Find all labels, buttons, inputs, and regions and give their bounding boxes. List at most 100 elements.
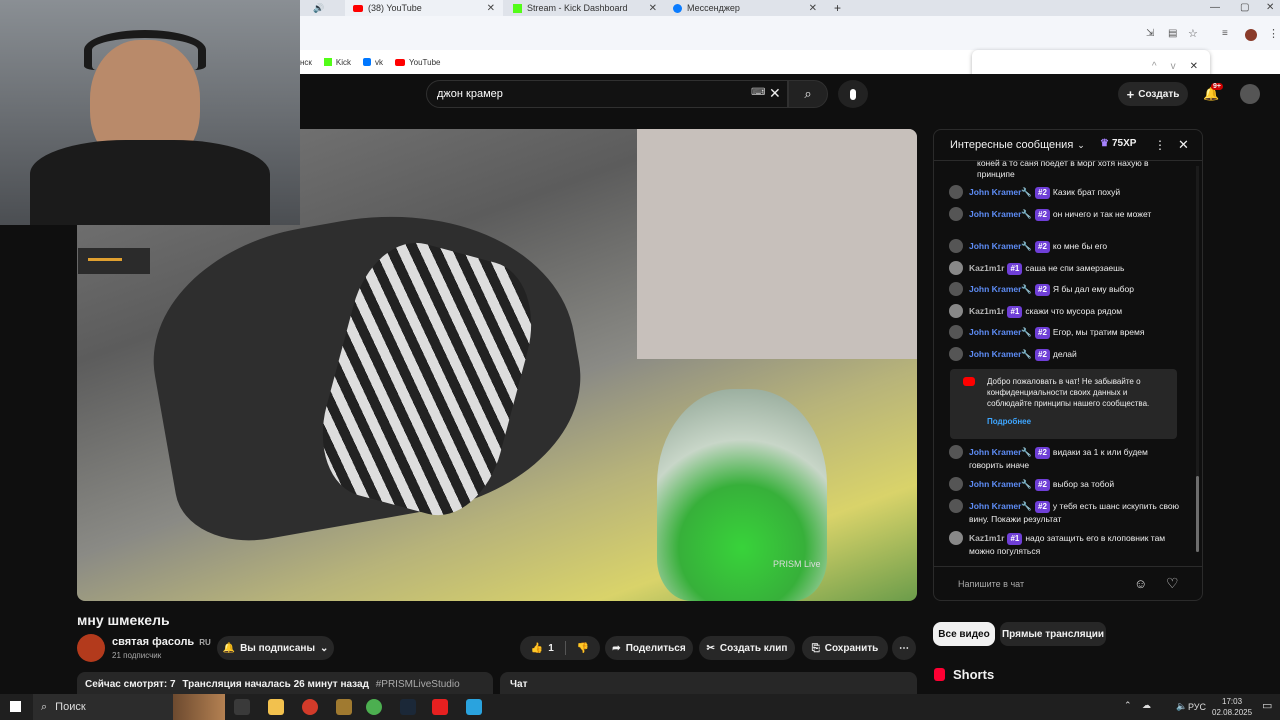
chat-author[interactable]: Kaz1m1r [969,263,1004,273]
bookmark-kick[interactable]: Kick [323,58,351,67]
reading-list-icon[interactable]: ≡ [1222,28,1228,39]
chat-author[interactable]: John Kramer🔧 [969,209,1032,219]
install-icon[interactable]: ⇲ [1146,28,1154,39]
notifications-button[interactable]: 🔔 9+ [1203,83,1223,102]
maximize-icon[interactable]: ▢ [1240,2,1249,13]
task-view-icon[interactable] [234,699,250,715]
chat-mode-dropdown[interactable]: Интересные сообщения ⌄ [950,139,1085,151]
bookmark-youtube[interactable]: YouTube [395,58,440,67]
tab-messenger[interactable]: Мессенджер ✕ [665,0,825,16]
bookmark-star-icon[interactable]: ☆ [1188,27,1198,40]
chat-avatar[interactable] [949,304,963,318]
steam-icon[interactable] [400,699,416,715]
chat-avatar[interactable] [949,531,963,545]
chat-menu-icon[interactable]: ⋮ [1154,138,1166,152]
chat-message[interactable]: John Kramer🔧 #2 делай [933,347,1183,361]
close-window-icon[interactable]: ✕ [1266,2,1274,13]
chat-avatar[interactable] [949,207,963,221]
volume-icon[interactable]: 🔈 [1176,701,1187,712]
app-b-icon[interactable] [432,699,448,715]
language-indicator[interactable]: РУС [1188,702,1206,712]
close-tab-icon[interactable]: ✕ [487,3,495,14]
cloud-icon[interactable]: ☁ [1142,700,1151,711]
subscribed-button[interactable]: 🔔 Вы подписаны ⌄ [217,636,334,660]
windows-start-icon[interactable] [9,700,22,713]
chat-avatar[interactable] [949,477,963,491]
chat-message[interactable]: John Kramer🔧 #2 Я бы дал ему выбор [933,282,1183,296]
profile-avatar[interactable] [1245,29,1257,41]
filter-chip-live[interactable]: Прямые трансляции [1000,622,1106,646]
channel-name-row[interactable]: святая фасоль RU [112,636,211,648]
chat-author[interactable]: John Kramer🔧 [969,501,1032,511]
menu-kebab-icon[interactable]: ⋮ [1268,27,1279,40]
minimize-icon[interactable]: — [1210,2,1220,13]
chat-author[interactable]: John Kramer🔧 [969,349,1032,359]
chrome-icon[interactable] [366,699,382,715]
chat-author[interactable]: John Kramer🔧 [969,284,1032,294]
chat-avatar[interactable] [949,239,963,253]
file-explorer-icon[interactable] [268,699,284,715]
filter-chip-all[interactable]: Все видео [933,622,995,646]
clip-button[interactable]: ✂ Создать клип [699,636,795,660]
voice-search-button[interactable] [838,80,868,108]
learn-more-link[interactable]: Подробнее [987,416,1169,427]
chat-avatar[interactable] [949,499,963,513]
app-w-icon[interactable] [336,699,352,715]
tray-chevron-icon[interactable]: ⌃ [1124,700,1132,711]
close-tab-icon[interactable]: ✕ [649,3,657,14]
more-actions-button[interactable]: ⋯ [892,636,916,660]
xp-badge[interactable]: ♛ 75XP [1100,138,1136,149]
dislike-button[interactable]: 👎 [577,643,589,654]
clear-search-icon[interactable]: ✕ [769,85,781,102]
share-button[interactable]: ➦ Поделиться [605,636,693,660]
chat-author[interactable]: John Kramer🔧 [969,327,1032,337]
chat-message[interactable]: John Kramer🔧 #2 у тебя есть шанс искупить … [933,499,1183,525]
close-chat-icon[interactable]: ✕ [1178,137,1189,153]
notification-center-icon[interactable]: ▭ [1262,699,1272,712]
tab-audio[interactable]: 🔊 [305,0,345,16]
search-button[interactable]: ⌕ [788,80,828,108]
find-close-icon[interactable]: ✕ [1190,61,1198,72]
heart-icon[interactable]: ♡ [1166,575,1179,592]
new-tab-button[interactable]: + [826,0,846,16]
like-button[interactable]: 👍 1 [531,643,554,654]
chat-avatar[interactable] [949,282,963,296]
channel-avatar[interactable] [77,634,105,662]
save-button[interactable]: ⎘ Сохранить [802,636,888,660]
chat-author[interactable]: John Kramer🔧 [969,187,1032,197]
bookmark-partial[interactable]: нск [300,58,312,67]
close-tab-icon[interactable]: ✕ [809,3,817,14]
chat-message[interactable]: John Kramer🔧 #2 выбор за тобой [933,477,1183,491]
clock[interactable]: 17:03 02.08.2025 [1212,696,1252,718]
chat-scrollbar-thumb[interactable] [1196,476,1199,552]
taskbar-search[interactable]: ⌕ Поиск [33,694,225,720]
create-button[interactable]: + Создать [1118,82,1188,106]
chat-author[interactable]: John Kramer🔧 [969,447,1032,457]
tab-youtube[interactable]: (38) YouTube ✕ [345,0,503,16]
find-next-icon[interactable]: v [1171,61,1176,72]
chat-message[interactable]: Kaz1m1r #1 саша не спи замерзаешь [933,261,1183,275]
chat-message[interactable]: Kaz1m1r #1 скажи что мусора рядом [933,304,1183,318]
chat-message[interactable]: John Kramer🔧 #2 Егор, мы тратим время [933,325,1183,339]
bookmark-vk[interactable]: vk [363,58,383,67]
chat-author[interactable]: Kaz1m1r [969,533,1004,543]
chat-avatar[interactable] [949,347,963,361]
chat-avatar[interactable] [949,261,963,275]
chat-author[interactable]: Kaz1m1r [969,306,1004,316]
find-prev-icon[interactable]: ^ [1152,61,1157,72]
chat-input[interactable]: Напишите в чат ☺ ♡ [934,568,1202,600]
emoji-icon[interactable]: ☺ [1134,576,1147,591]
chat-scrollbar-track[interactable] [1196,166,1199,552]
chat-message[interactable]: John Kramer🔧 #2 он ничего и так не может [933,207,1183,221]
chat-message[interactable]: John Kramer🔧 #2 ко мне бы его [933,239,1183,253]
chat-avatar[interactable] [949,445,963,459]
search-input[interactable]: джон крамер ⌨ ✕ [426,80,788,108]
account-avatar[interactable] [1240,84,1260,104]
chat-author[interactable]: John Kramer🔧 [969,479,1032,489]
reader-icon[interactable]: ▤ [1168,28,1177,39]
chat-author[interactable]: John Kramer🔧 [969,241,1032,251]
chat-avatar[interactable] [949,185,963,199]
chat-avatar[interactable] [949,325,963,339]
hashtag-link[interactable]: #PRISMLiveStudio [376,679,460,690]
keyboard-icon[interactable]: ⌨ [751,87,765,98]
